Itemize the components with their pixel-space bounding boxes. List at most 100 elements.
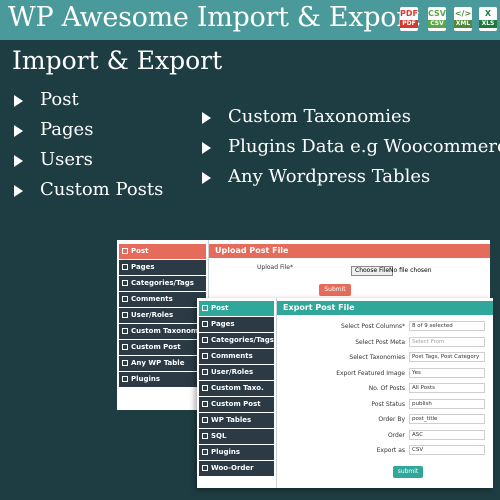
export-field-label: Export Featured Image xyxy=(336,369,405,377)
menu-item-icon xyxy=(202,305,208,311)
arrow-bullet-icon xyxy=(202,172,211,184)
sidebar-item[interactable]: SQL xyxy=(199,429,274,444)
feature-item: Post xyxy=(14,88,163,118)
sidebar-item[interactable]: Comments xyxy=(199,349,274,364)
upload-panel-title: Upload Post File xyxy=(209,244,490,258)
sidebar-item[interactable]: Plugins xyxy=(119,372,206,387)
export-field-label: Select Post Meta xyxy=(355,338,405,346)
menu-item-icon xyxy=(202,337,208,343)
menu-item-icon xyxy=(122,280,128,286)
menu-item-icon xyxy=(122,264,128,270)
sidebar-item[interactable]: WP Tables xyxy=(199,413,274,428)
menu-item-icon xyxy=(202,369,208,375)
sidebar-item[interactable]: Pages xyxy=(199,317,274,332)
export-field-label: No. Of Posts xyxy=(368,385,405,392)
export-field-input[interactable]: All Posts xyxy=(409,383,485,393)
app-title: WP Awesome Import & Export xyxy=(8,2,420,33)
sidebar-item-label: Pages xyxy=(131,263,155,271)
upload-file-label: Upload File* xyxy=(257,264,293,271)
export-field-input[interactable]: CSV xyxy=(409,445,485,455)
sidebar-item[interactable]: Plugins xyxy=(199,445,274,460)
sidebar-item[interactable]: Custom Post xyxy=(119,340,206,355)
export-panel: Post Pages Categories/Tags Comments User/Rol… xyxy=(197,298,493,488)
menu-item-icon xyxy=(122,360,128,366)
feature-item: Users xyxy=(14,148,163,178)
menu-item-icon xyxy=(122,312,128,318)
upload-sidebar-menu: Post Pages Categories/Tags Comments User/Rol… xyxy=(117,240,209,410)
feature-label: Post xyxy=(40,89,79,110)
sidebar-item[interactable]: Comments xyxy=(119,292,206,307)
sidebar-item[interactable]: Pages xyxy=(119,260,206,275)
upload-submit-button[interactable]: Submit xyxy=(319,284,351,296)
no-file-chosen-text: No file chosen xyxy=(389,267,432,274)
sidebar-item[interactable]: Any WP Table xyxy=(119,356,206,371)
arrow-bullet-icon xyxy=(202,112,211,124)
feature-item: Plugins Data e.g Woocommerce xyxy=(202,135,500,165)
sidebar-item[interactable]: Post xyxy=(119,244,206,259)
feature-label: Plugins Data e.g Woocommerce xyxy=(228,136,500,157)
menu-item-icon xyxy=(202,417,208,423)
csv-file-icon: CSV CSV xyxy=(428,7,446,31)
sidebar-item[interactable]: Categories/Tags xyxy=(199,333,274,348)
sidebar-item-label: Categories/Tags xyxy=(211,336,274,344)
sidebar-item-label: Categories/Tags xyxy=(131,279,194,287)
sidebar-item[interactable]: Categories/Tags xyxy=(119,276,206,291)
export-field-input[interactable]: publish xyxy=(409,398,485,409)
sidebar-item[interactable]: Custom Post xyxy=(199,397,274,412)
file-icon-band: XLS xyxy=(479,20,497,28)
sidebar-item-label: User/Roles xyxy=(131,311,174,319)
feature-label: Custom Posts xyxy=(40,179,164,200)
arrow-bullet-icon xyxy=(202,142,211,154)
export-field-input[interactable]: Select From xyxy=(409,336,485,347)
pdf-file-icon: PDF PDF xyxy=(400,7,418,31)
sidebar-item-label: Custom Post xyxy=(131,343,181,351)
xml-file-icon: </> XML xyxy=(454,7,472,31)
sidebar-item-label: User/Roles xyxy=(211,368,254,376)
export-field-input[interactable]: ASC xyxy=(409,429,485,440)
sidebar-item[interactable]: User/Roles xyxy=(199,365,274,380)
menu-item-icon xyxy=(202,353,208,359)
file-icon-band: CSV xyxy=(428,20,446,28)
export-sidebar-menu: Post Pages Categories/Tags Comments User/Rol… xyxy=(197,298,277,488)
sidebar-item-label: Post xyxy=(131,247,149,255)
file-icon-glyph: PDF xyxy=(400,9,418,18)
menu-item-icon xyxy=(122,296,128,302)
feature-label: Users xyxy=(40,149,93,170)
sidebar-item[interactable]: Custom Taxonomies xyxy=(119,324,206,339)
file-icon-glyph: X xyxy=(484,9,492,18)
feature-list-left: Post Pages Users Custom Posts xyxy=(14,88,163,208)
sidebar-item-label: Comments xyxy=(131,295,173,303)
title-bar: WP Awesome Import & Export PDF PDF CSV CSV <… xyxy=(0,0,500,40)
feature-item: Custom Taxonomies xyxy=(202,105,500,135)
sidebar-item-label: Any WP Table xyxy=(131,359,185,367)
sidebar-item[interactable]: Custom Taxo. xyxy=(199,381,274,396)
sidebar-item-label: Post xyxy=(211,304,229,312)
sidebar-item-label: SQL xyxy=(211,432,227,440)
sidebar-item-label: Plugins xyxy=(131,375,161,383)
export-field-label: Export as xyxy=(376,447,405,454)
sidebar-item-label: Pages xyxy=(211,320,235,328)
menu-item-icon xyxy=(202,385,208,391)
sidebar-item[interactable]: Woo-Order xyxy=(199,461,274,476)
export-field-label: Order xyxy=(387,431,405,439)
feature-label: Custom Taxonomies xyxy=(228,106,411,127)
sidebar-item-label: Custom Taxo. xyxy=(211,384,264,392)
sidebar-item[interactable]: User/Roles xyxy=(119,308,206,323)
choose-file-button[interactable]: Choose File xyxy=(351,266,394,276)
export-submit-button[interactable]: submit xyxy=(393,466,423,478)
sidebar-item-label: Custom Post xyxy=(211,400,261,408)
menu-item-icon xyxy=(202,401,208,407)
export-field-label: Post Status xyxy=(371,400,405,408)
export-field-input[interactable]: 8 of 9 selected xyxy=(409,321,485,331)
arrow-bullet-icon xyxy=(14,155,23,167)
feature-label: Any Wordpress Tables xyxy=(228,166,431,187)
export-field-label: Order By xyxy=(378,416,405,423)
arrow-bullet-icon xyxy=(14,125,23,137)
sidebar-item-label: Woo-Order xyxy=(211,464,254,472)
export-field-input[interactable]: post_title xyxy=(409,414,485,424)
sidebar-item[interactable]: Post xyxy=(199,301,274,316)
menu-item-icon xyxy=(122,376,128,382)
export-field-input[interactable]: Post Tags, Post Category xyxy=(409,352,485,362)
export-field-input[interactable]: Yes xyxy=(409,367,485,378)
menu-item-icon xyxy=(122,328,128,334)
